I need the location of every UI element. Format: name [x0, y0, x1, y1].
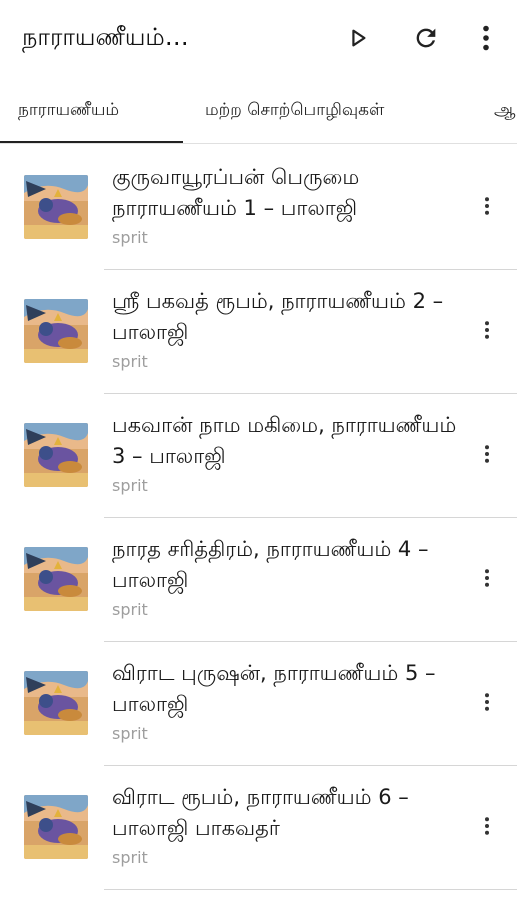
- item-title: ஸ்ரீ பகவத் ரூபம், நாராயணீயம் 2 – பாலாஜி: [112, 289, 444, 344]
- item-more-button[interactable]: [472, 684, 502, 720]
- tab-narayaneeyam[interactable]: நாராயணீயம்: [18, 88, 183, 143]
- list-item[interactable]: நாரத சரித்திரம், நாராயணீயம் 4 – பாலாஜி s…: [0, 518, 517, 642]
- item-title: பகவான் நாம மகிமை, நாராயணீயம் 3 – பாலாஜி: [112, 413, 457, 468]
- item-more-button[interactable]: [472, 188, 502, 224]
- app-bar: நாராயணீயம்…: [0, 0, 517, 72]
- tab-indicator: [0, 141, 183, 143]
- item-more-button[interactable]: [472, 808, 502, 844]
- list-item[interactable]: விராட புருஷன், நாராயணீயம் 5 – பாலாஜி spr…: [0, 642, 517, 766]
- more-vertical-icon: [485, 693, 489, 711]
- tab-third[interactable]: ஆ: [494, 88, 516, 143]
- more-vertical-icon: [485, 445, 489, 463]
- play-icon: [352, 29, 366, 47]
- item-title: விராட ரூபம், நாராயணீயம் 6 – பாலாஜி பாகவத…: [112, 785, 409, 840]
- item-subtitle: sprit: [112, 228, 148, 247]
- list-item[interactable]: பகவான் நாம மகிமை, நாராயணீயம் 3 – பாலாஜி …: [0, 394, 517, 518]
- item-title: குருவாயூரப்பன் பெருமை நாராயணீயம் 1 – பால…: [112, 165, 360, 220]
- item-subtitle: sprit: [112, 600, 148, 619]
- item-subtitle: sprit: [112, 476, 148, 495]
- list-item[interactable]: ஸ்ரீ பகவத் ரூபம், நாராயணீயம் 2 – பாலாஜி …: [0, 270, 517, 394]
- thumbnail-image: [24, 795, 88, 859]
- thumbnail-image: [24, 671, 88, 735]
- episode-list: குருவாயூரப்பன் பெருமை நாராயணீயம் 1 – பால…: [0, 146, 517, 890]
- divider: [104, 889, 517, 890]
- overflow-menu-button[interactable]: [466, 18, 506, 58]
- thumbnail-image: [24, 547, 88, 611]
- play-button[interactable]: [338, 18, 378, 58]
- item-more-button[interactable]: [472, 312, 502, 348]
- list-item[interactable]: விராட ரூபம், நாராயணீயம் 6 – பாலாஜி பாகவத…: [0, 766, 517, 890]
- more-vertical-icon: [485, 197, 489, 215]
- item-more-button[interactable]: [472, 560, 502, 596]
- item-subtitle: sprit: [112, 848, 148, 867]
- item-title: நாரத சரித்திரம், நாராயணீயம் 4 – பாலாஜி: [112, 537, 429, 592]
- page-title: நாராயணீயம்…: [22, 23, 189, 51]
- item-more-button[interactable]: [472, 436, 502, 472]
- thumbnail-image: [24, 175, 88, 239]
- more-vertical-icon: [485, 569, 489, 587]
- more-vertical-icon: [485, 321, 489, 339]
- item-subtitle: sprit: [112, 724, 148, 743]
- thumbnail-image: [24, 299, 88, 363]
- more-vertical-icon: [485, 817, 489, 835]
- tab-other-discourses[interactable]: மற்ற சொற்பொழிவுகள்: [205, 88, 384, 143]
- refresh-icon: [416, 28, 436, 48]
- item-subtitle: sprit: [112, 352, 148, 371]
- refresh-button[interactable]: [406, 18, 446, 58]
- item-title: விராட புருஷன், நாராயணீயம் 5 – பாலாஜி: [112, 661, 436, 716]
- thumbnail-image: [24, 423, 88, 487]
- tab-bar: நாராயணீயம் மற்ற சொற்பொழிவுகள் ஆ: [0, 88, 517, 144]
- more-vertical-icon: [483, 25, 489, 51]
- list-item[interactable]: குருவாயூரப்பன் பெருமை நாராயணீயம் 1 – பால…: [0, 146, 517, 270]
